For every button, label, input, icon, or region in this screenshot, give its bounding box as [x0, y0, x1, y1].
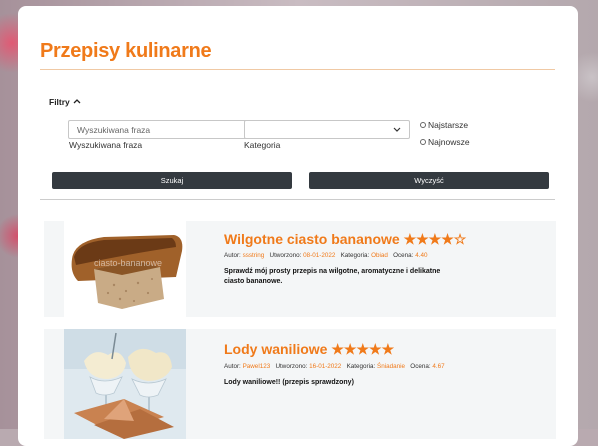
author-value: Pawel123 — [242, 363, 271, 370]
category-label: Kategoria: — [340, 252, 370, 259]
svg-text:ciasto-bananowe: ciasto-bananowe — [94, 258, 162, 268]
clear-button[interactable]: Wyczyść — [309, 172, 549, 189]
radio-circle-icon[interactable] — [420, 122, 426, 128]
category-value: Śniadanie — [377, 363, 406, 370]
ice-cream-image — [64, 329, 186, 439]
search-field-label: Wyszukiwana fraza — [69, 140, 143, 150]
chevron-up-icon[interactable] — [72, 96, 82, 106]
recipe-description: Sprawdź mój prosty przepis na wilgotne, … — [224, 268, 441, 285]
radio-sort-newest[interactable]: Najnowsze — [420, 137, 470, 147]
filters-toggle-label[interactable]: Filtry — [49, 97, 70, 107]
search-button[interactable]: Szukaj — [52, 172, 292, 189]
recipe-image[interactable] — [64, 329, 186, 439]
recipe-description: Lody waniliowe!! (przepis sprawdzony) — [224, 379, 354, 386]
category-field-label: Kategoria — [244, 140, 281, 150]
rating-label: Ocena: — [393, 252, 414, 259]
category-value: Obiad — [371, 252, 388, 259]
category-select[interactable] — [244, 120, 410, 139]
rating-value: 4.67 — [432, 363, 445, 370]
created-value: 08-01-2022 — [303, 252, 336, 259]
recipe-title[interactable]: Wilgotne ciasto bananowe ★★★★☆ — [224, 231, 466, 248]
rating-value: 4.40 — [415, 252, 428, 259]
radio-newest-label: Najnowsze — [428, 137, 470, 147]
radio-circle-icon[interactable] — [420, 139, 426, 145]
rating-label: Ocena: — [410, 363, 431, 370]
recipe-card[interactable]: Lody waniliowe ★★★★★ Autor: Pawel123 Utw… — [44, 329, 556, 439]
search-input[interactable] — [68, 120, 254, 139]
recipe-card[interactable]: ciasto-bananowe Wilgotne ciasto bananowe… — [44, 221, 556, 317]
filters-divider — [40, 199, 555, 200]
recipe-meta: Autor: Pawel123 Utworzono: 16-01-2022 Ka… — [224, 363, 445, 370]
title-divider — [40, 69, 555, 70]
radio-oldest-label: Najstarsze — [428, 120, 469, 130]
main-card: Przepisy kulinarne Filtry Wyszukiwana fr… — [18, 6, 578, 446]
page-title: Przepisy kulinarne — [40, 40, 212, 62]
recipe-meta: Autor: ssstring Utworzono: 08-01-2022 Ka… — [224, 252, 427, 259]
rating-stars: ★★★★★ — [331, 341, 395, 357]
recipe-image[interactable]: ciasto-bananowe — [64, 221, 186, 317]
created-label: Utworzono: — [269, 252, 302, 259]
created-value: 16-01-2022 — [309, 363, 342, 370]
rating-stars: ★★★★☆ — [403, 231, 467, 247]
author-label: Autor: — [224, 252, 241, 259]
recipe-title[interactable]: Lody waniliowe ★★★★★ — [224, 341, 394, 358]
author-value: ssstring — [242, 252, 265, 259]
category-label: Kategoria: — [346, 363, 376, 370]
recipe-title-text[interactable]: Lody waniliowe — [224, 341, 327, 357]
chevron-down-icon — [393, 127, 401, 132]
radio-sort-oldest[interactable]: Najstarsze — [420, 120, 468, 130]
author-label: Autor: — [224, 363, 241, 370]
banana-bread-image: ciasto-bananowe — [64, 221, 186, 317]
created-label: Utworzono: — [275, 363, 308, 370]
recipe-title-text[interactable]: Wilgotne ciasto bananowe — [224, 231, 400, 247]
